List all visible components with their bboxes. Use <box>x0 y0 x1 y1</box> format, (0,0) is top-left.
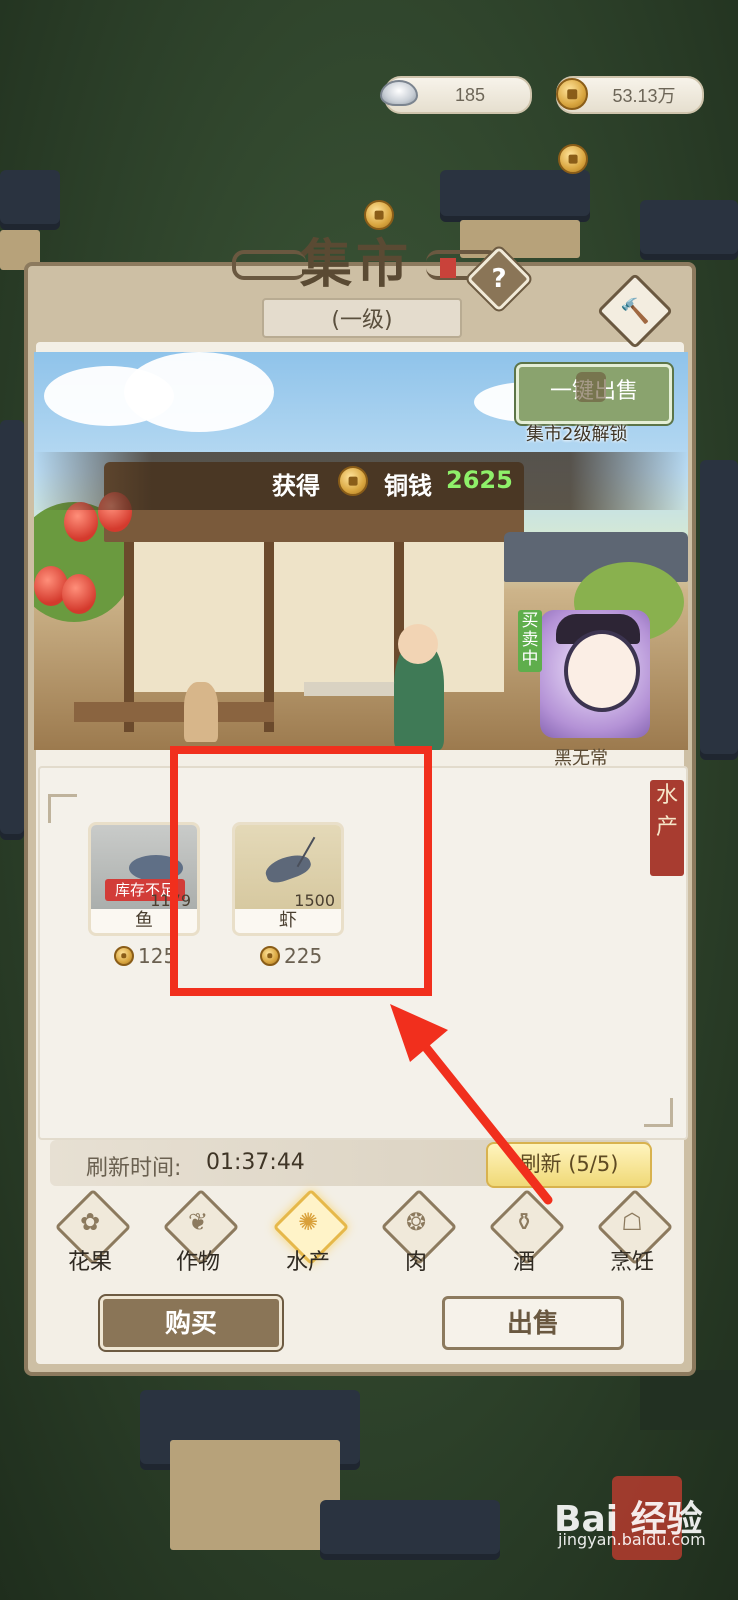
meat-icon: ❂ <box>405 1208 427 1236</box>
copper-coin-icon <box>552 74 592 114</box>
refresh-countdown: 01:37:44 <box>206 1150 305 1175</box>
copper-coin-icon <box>114 946 134 966</box>
income-amount: 2625 <box>446 466 513 494</box>
category-tab-wine[interactable]: ⚱ 酒 <box>478 1188 570 1278</box>
sell-button[interactable]: 出售 <box>442 1296 624 1350</box>
market-level: (一级) <box>262 298 462 338</box>
copper-amount: 53.13万 <box>612 86 676 106</box>
fruit-icon: ✿ <box>79 1208 101 1236</box>
unlock-hint: 集市2级解锁 <box>526 424 628 445</box>
help-icon: ? <box>491 264 507 294</box>
income-prefix: 获得 <box>272 472 320 500</box>
buy-button[interactable]: 购买 <box>100 1296 282 1350</box>
title-seal-icon <box>440 258 456 278</box>
lock-icon <box>576 372 606 402</box>
silver-amount: 185 <box>454 84 486 105</box>
copper-counter: 53.13万 <box>556 76 704 114</box>
hammer-icon: 🔨 <box>620 297 650 325</box>
panel-title: 集市 <box>300 234 413 295</box>
category-tab-cooking[interactable]: ☖ 烹饪 <box>586 1188 678 1278</box>
trader-face <box>564 630 640 712</box>
refresh-button[interactable]: 刷新 (5/5) <box>486 1142 652 1188</box>
income-currency: 铜钱 <box>384 472 432 500</box>
watermark-url: jingyan.baidu.com <box>558 1530 706 1549</box>
category-tab-fruit[interactable]: ✿ 花果 <box>44 1188 136 1278</box>
floating-coin-icon[interactable] <box>558 144 588 174</box>
silver-counter: 185 <box>380 76 532 114</box>
refresh-label: 刷新时间: <box>86 1156 182 1181</box>
category-tab-meat[interactable]: ❂ 肉 <box>370 1188 462 1278</box>
category-seal: 水产 <box>650 780 684 876</box>
corner-ornament <box>48 794 77 823</box>
cooking-icon: ☖ <box>621 1208 643 1236</box>
grain-icon: ❦ <box>187 1208 209 1236</box>
corner-ornament <box>644 1098 673 1127</box>
silver-ingot-icon <box>380 74 420 114</box>
seafood-icon: ✺ <box>297 1208 319 1236</box>
copper-coin-icon <box>338 466 368 496</box>
category-tab-crops[interactable]: ❦ 作物 <box>152 1188 244 1278</box>
wine-icon: ⚱ <box>513 1208 535 1236</box>
title-ornament-left <box>232 250 306 280</box>
trading-status: 买卖中 <box>518 610 542 672</box>
highlight-box <box>170 746 432 996</box>
category-tab-seafood[interactable]: ✺ 水产 <box>262 1188 354 1278</box>
item-price: 125 <box>114 944 176 968</box>
